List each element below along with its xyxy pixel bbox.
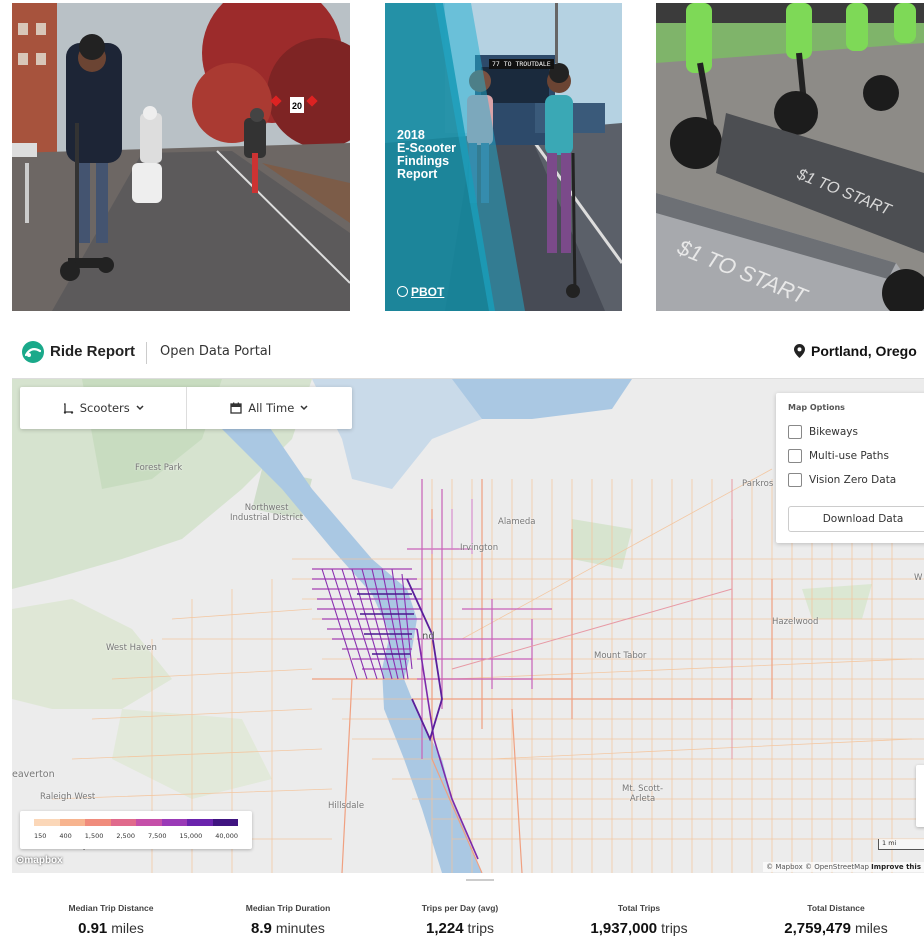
place-west-haven: West Haven [106, 643, 157, 653]
legend-swatch [85, 819, 111, 826]
filter-selectors: Scooters All Time [20, 387, 352, 429]
place-parkrose: Parkros [742, 479, 774, 489]
download-data-button[interactable]: Download Data [788, 506, 924, 532]
legend-tick: 7,500 [147, 832, 167, 840]
city-name: Portland, Orego [811, 343, 917, 359]
place-mount-tabor: Mount Tabor [594, 651, 647, 661]
legend-swatch [110, 819, 136, 826]
photo-riders-bike-path: 20 [12, 3, 350, 311]
place-beaverton: eaverton [12, 769, 55, 780]
chevron-down-icon [300, 405, 308, 411]
chevron-down-icon [136, 405, 144, 411]
bus-destination-sign: 77 TO TROUTDALE [489, 59, 554, 69]
stat-median-trip-distance: Median Trip Distance 0.91 miles [68, 903, 154, 937]
ride-report-logo-icon[interactable] [22, 341, 44, 363]
location-pin-icon [794, 344, 805, 358]
stat-total-trips: Total Trips 1,937,000 trips [590, 903, 688, 937]
legend-swatch [161, 819, 187, 826]
trip-heatmap-map[interactable]: Forest Park Northwest Industrial Distric… [12, 378, 924, 873]
vehicle-type-selector[interactable]: Scooters [20, 387, 186, 429]
place-northwest-industrial: Northwest Industrial District [230, 503, 304, 523]
mapbox-logo[interactable]: ⊙mapbox [16, 855, 63, 866]
legend-tick: 400 [59, 832, 72, 840]
legend-tick: 1,500 [84, 832, 104, 840]
vision-zero-checkbox[interactable] [788, 473, 802, 487]
map-scale-bar: 1 mi [878, 839, 924, 850]
panel-drag-handle[interactable] [466, 879, 494, 881]
place-raleigh-west: Raleigh West [40, 792, 96, 802]
scooter-icon [63, 403, 73, 414]
city-selector[interactable]: Portland, Orego [794, 343, 917, 359]
legend-swatch [34, 819, 60, 826]
option-bikeways[interactable]: Bikeways [788, 425, 858, 439]
option-label: Bikeways [809, 426, 858, 438]
stat-trips-per-day: Trips per Day (avg) 1,224 trips [421, 903, 499, 937]
map-zoom-control[interactable] [916, 765, 924, 827]
option-vision-zero-data[interactable]: Vision Zero Data [788, 473, 896, 487]
legend-tick: 15,000 [179, 832, 203, 840]
header-divider [146, 342, 147, 364]
time-range-selector[interactable]: All Time [185, 387, 353, 429]
calendar-icon [230, 402, 242, 414]
bikeways-checkbox[interactable] [788, 425, 802, 439]
place-forest-park: Forest Park [135, 463, 183, 473]
svg-text:20: 20 [292, 101, 302, 111]
legend-swatch [59, 819, 85, 826]
legend-swatch [136, 819, 162, 826]
portal-header: Ride Report Open Data Portal Portland, O… [0, 338, 924, 368]
place-hazelwood: Hazelwood [772, 617, 819, 627]
photo-report-cover: 77 TO TROUTDALE 2018 E-Scooter Findings … [385, 3, 622, 311]
map-attribution: © Mapbox © OpenStreetMap Improve this [763, 862, 924, 872]
option-label: Vision Zero Data [809, 474, 897, 486]
legend-color-scale [34, 819, 238, 826]
portal-title: Open Data Portal [160, 344, 272, 359]
place-w: W [914, 573, 923, 583]
legend-ticks: 150 400 1,500 2,500 7,500 15,000 40,000 [34, 832, 238, 840]
map-options-title: Map Options [788, 403, 845, 412]
place-irvington: Irvington [460, 543, 499, 553]
option-label: Multi-use Paths [809, 450, 889, 462]
legend-tick: 2,500 [116, 832, 135, 840]
place-mt-scott-arleta: Mt. Scott- Arleta [622, 784, 664, 804]
legend-tick: 150 [34, 832, 47, 840]
option-multi-use-paths[interactable]: Multi-use Paths [788, 449, 889, 463]
place-hillsdale: Hillsdale [328, 801, 365, 811]
stat-median-trip-duration: Median Trip Duration 8.9 minutes [245, 903, 331, 937]
vehicle-type-label: Scooters [79, 401, 130, 415]
brand-name[interactable]: Ride Report [50, 343, 135, 360]
time-range-label: All Time [248, 401, 295, 415]
map-options-panel: Map Options Bikeways Multi-use Paths Vis… [776, 393, 924, 543]
pbot-logo: PBOT [397, 285, 444, 299]
place-city-center: nd [422, 631, 435, 642]
legend-tick: 40,000 [215, 832, 238, 840]
trip-count-legend: 150 400 1,500 2,500 7,500 15,000 40,000 [20, 811, 252, 849]
multi-use-paths-checkbox[interactable] [788, 449, 802, 463]
legend-swatch [187, 819, 213, 826]
place-alameda: Alameda [498, 517, 536, 527]
improve-map-link[interactable]: Improve this [871, 863, 921, 871]
photo-scooters-closeup: $1 TO START $1 TO START [656, 3, 924, 311]
cover-title: 2018 E-Scooter Findings Report [397, 128, 457, 181]
legend-swatch [212, 819, 238, 826]
stat-total-distance: Total Distance 2,759,479 miles [784, 903, 888, 937]
